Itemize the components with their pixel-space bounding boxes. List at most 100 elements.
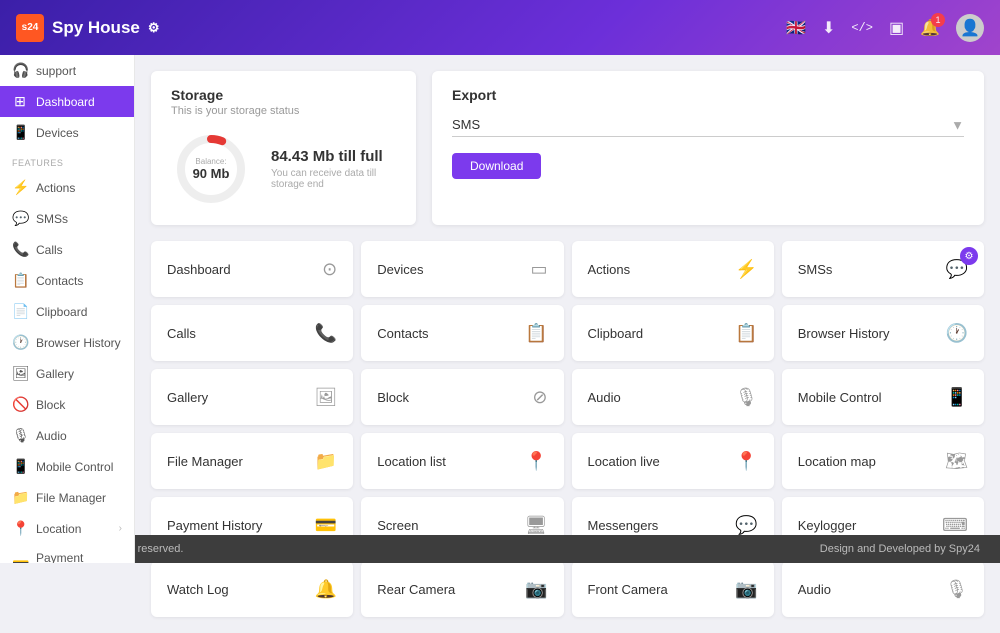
tile-icon-location-live: 📍 <box>735 451 757 472</box>
tile-contacts[interactable]: Contacts 📋 <box>361 305 563 361</box>
tile-icon-browser-history: 🕐 <box>946 323 968 344</box>
sms-icon: 💬 <box>12 210 28 227</box>
tile-label-contacts: Contacts <box>377 326 428 341</box>
notification-icon[interactable]: 🔔 1 <box>920 18 940 38</box>
tile-label-calls: Calls <box>167 326 196 341</box>
sidebar-label-contacts: Contacts <box>36 274 122 288</box>
tile-icon-calls: 📞 <box>315 323 337 344</box>
app-title: Spy House <box>52 18 140 38</box>
download-button[interactable]: Download <box>452 153 541 179</box>
sidebar-label-calls: Calls <box>36 243 122 257</box>
tile-browser-history[interactable]: Browser History 🕐 <box>782 305 984 361</box>
sidebar-label-gallery: Gallery <box>36 367 122 381</box>
location-icon: 📍 <box>12 520 28 537</box>
tile-actions[interactable]: Actions ⚡ <box>572 241 774 297</box>
sidebar-item-actions[interactable]: ⚡ Actions <box>0 172 134 203</box>
tile-badge: ⚙ <box>960 247 978 265</box>
credit: Design and Developed by Spy24 <box>820 543 980 555</box>
sidebar-item-location[interactable]: 📍 Location › <box>0 513 134 544</box>
tile-calls[interactable]: Calls 📞 <box>151 305 353 361</box>
sidebar-item-contacts[interactable]: 📋 Contacts <box>0 265 134 296</box>
tile-audio2[interactable]: Audio 🎙 <box>782 561 984 617</box>
avatar[interactable]: 👤 <box>956 14 984 42</box>
sidebar-item-support[interactable]: 🎧 support <box>0 55 134 86</box>
download-icon[interactable]: ⬇ <box>822 18 835 38</box>
sidebar-item-mobile-control[interactable]: 📱 Mobile Control <box>0 451 134 482</box>
donut-chart: Balance: 90 Mb <box>171 129 251 209</box>
tile-location-live[interactable]: Location live 📍 <box>572 433 774 489</box>
tile-dashboard[interactable]: Dashboard ⊙ <box>151 241 353 297</box>
tile-smss[interactable]: SMSs 💬 ⚙ <box>782 241 984 297</box>
logo-icon: s24 <box>16 14 44 42</box>
sidebar-item-smss[interactable]: 💬 SMSs <box>0 203 134 234</box>
sidebar-label-browser: Browser History <box>36 336 122 350</box>
devices-icon: 📱 <box>12 124 28 141</box>
sidebar-label-file: File Manager <box>36 491 122 505</box>
tile-label-smss: SMSs <box>798 262 833 277</box>
tile-label-browser-history: Browser History <box>798 326 890 341</box>
tile-clipboard[interactable]: Clipboard 📋 <box>572 305 774 361</box>
fill-sub: You can receive data till storage end <box>271 168 396 190</box>
tile-label-keylogger: Keylogger <box>798 518 857 533</box>
export-select[interactable]: SMS Calls Contacts <box>452 113 964 137</box>
tile-label-block: Block <box>377 390 409 405</box>
storage-card: Storage This is your storage status Bala… <box>151 71 416 225</box>
sidebar-label-devices: Devices <box>36 126 122 140</box>
flag-icon[interactable]: 🇬🇧 <box>786 18 806 38</box>
tile-audio[interactable]: Audio 🎙 <box>572 369 774 425</box>
tile-file-manager[interactable]: File Manager 📁 <box>151 433 353 489</box>
sidebar-item-block[interactable]: 🚫 Block <box>0 389 134 420</box>
screen-icon[interactable]: ▣ <box>889 18 904 38</box>
export-select-wrap: SMS Calls Contacts ▼ <box>452 113 964 137</box>
gallery-icon: 🖼 <box>12 365 28 382</box>
tile-label-gallery: Gallery <box>167 390 208 405</box>
tile-icon-rear-camera: 📷 <box>525 579 547 600</box>
tile-label-dashboard: Dashboard <box>167 262 231 277</box>
donut-center: Balance: 90 Mb <box>193 157 230 181</box>
sidebar-item-file-manager[interactable]: 📁 File Manager <box>0 482 134 513</box>
tile-front-camera[interactable]: Front Camera 📷 <box>572 561 774 617</box>
tile-location-map[interactable]: Location map 🗺 <box>782 433 984 489</box>
tile-block[interactable]: Block ⊘ <box>361 369 563 425</box>
export-title: Export <box>452 87 964 103</box>
tile-rear-camera[interactable]: Rear Camera 📷 <box>361 561 563 617</box>
tile-label-mobile-control: Mobile Control <box>798 390 882 405</box>
browser-icon: 🕐 <box>12 334 28 351</box>
sidebar-item-dashboard[interactable]: ⊞ Dashboard <box>0 86 134 117</box>
tile-watch-log[interactable]: Watch Log 🔔 <box>151 561 353 617</box>
sidebar-item-audio[interactable]: 🎙 Audio <box>0 420 134 451</box>
tile-icon-dashboard: ⊙ <box>322 259 337 280</box>
chevron-right-icon: › <box>119 523 122 534</box>
sidebar-label-dashboard: Dashboard <box>36 95 122 109</box>
tile-location-list[interactable]: Location list 📍 <box>361 433 563 489</box>
sidebar-label-payment: Payment History <box>36 551 122 563</box>
tile-label-rear-camera: Rear Camera <box>377 582 455 597</box>
tile-label-location-live: Location live <box>588 454 660 469</box>
tile-label-watch-log: Watch Log <box>167 582 229 597</box>
tile-devices[interactable]: Devices ▭ <box>361 241 563 297</box>
calls-icon: 📞 <box>12 241 28 258</box>
storage-visual: Balance: 90 Mb 84.43 Mb till full You ca… <box>171 129 396 209</box>
app-footer: © 2019 Spy24 All rights reserved. Design… <box>0 535 1000 563</box>
tile-label-actions: Actions <box>588 262 631 277</box>
sidebar-item-browser-history[interactable]: 🕐 Browser History <box>0 327 134 358</box>
title-gear-icon[interactable]: ⚙ <box>148 20 160 36</box>
tile-mobile-control[interactable]: Mobile Control 📱 <box>782 369 984 425</box>
sidebar-item-devices[interactable]: 📱 Devices <box>0 117 134 148</box>
export-card: Export SMS Calls Contacts ▼ Download <box>432 71 984 225</box>
tile-icon-audio: 🎙 <box>735 387 758 408</box>
code-icon[interactable]: </> <box>851 21 873 35</box>
features-label: FEATURES <box>0 148 134 172</box>
sidebar-label-audio: Audio <box>36 429 122 443</box>
tile-gallery[interactable]: Gallery 🖼 <box>151 369 353 425</box>
tile-label-file-manager: File Manager <box>167 454 243 469</box>
payment-icon: 💳 <box>12 557 28 564</box>
sidebar-item-gallery[interactable]: 🖼 Gallery <box>0 358 134 389</box>
sidebar-item-payment[interactable]: 💳 Payment History <box>0 544 134 563</box>
sidebar-item-clipboard[interactable]: 📄 Clipboard <box>0 296 134 327</box>
sidebar-item-calls[interactable]: 📞 Calls <box>0 234 134 265</box>
storage-info: 84.43 Mb till full You can receive data … <box>271 148 396 190</box>
tile-label-audio: Audio <box>588 390 621 405</box>
tile-icon-block: ⊘ <box>532 387 547 408</box>
sidebar-label-block: Block <box>36 398 122 412</box>
